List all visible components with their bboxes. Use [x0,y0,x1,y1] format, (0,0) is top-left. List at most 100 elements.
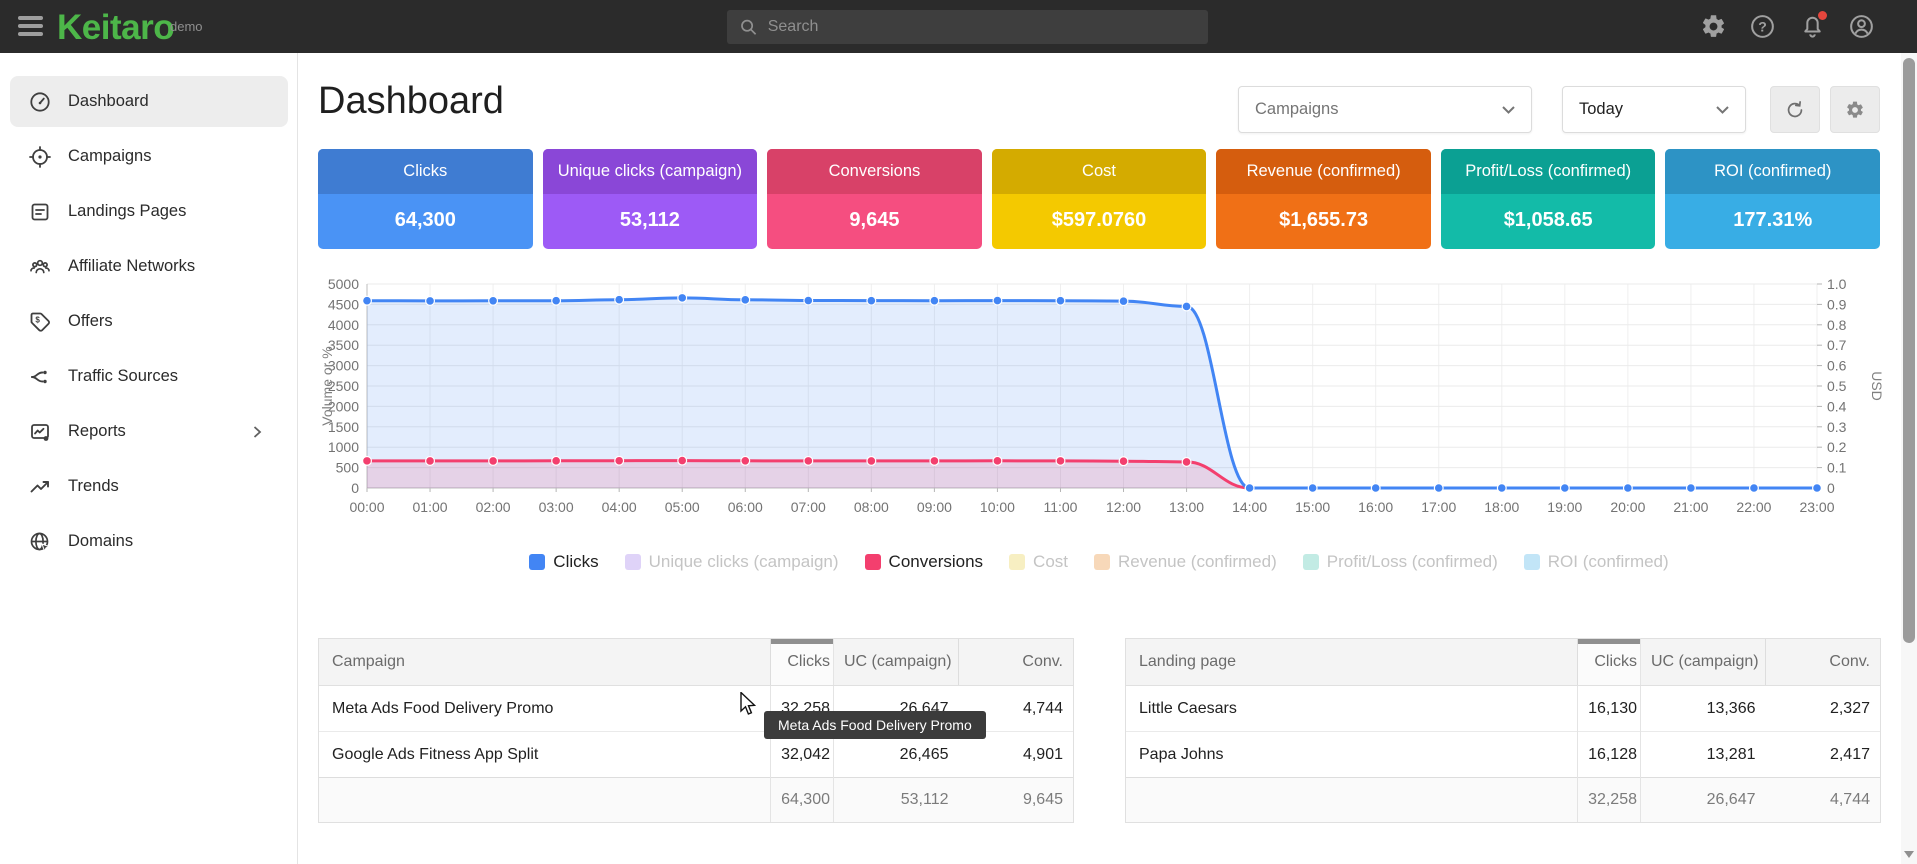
search-input[interactable] [768,18,1196,36]
svg-text:22:00: 22:00 [1736,499,1771,515]
row-value-cell: 2,327 [1766,686,1881,732]
row-tooltip: Meta Ads Food Delivery Promo [764,711,986,739]
sidebar: Dashboard Campaigns Landings Pages Affil… [0,53,298,864]
refresh-button[interactable] [1770,86,1820,133]
legend-label: Cost [1033,552,1068,572]
app-logo[interactable]: Keitaro [57,8,174,48]
chevron-down-icon [1502,106,1515,114]
table-row[interactable]: Papa Johns16,12813,2812,417 [1126,732,1881,778]
legend-swatch [625,554,641,570]
sidebar-item-label: Offers [68,312,113,331]
legend-item[interactable]: Unique clicks (campaign) [625,552,839,572]
svg-text:17:00: 17:00 [1421,499,1456,515]
legend-item[interactable]: Clicks [529,552,598,572]
column-header-clicks[interactable]: Clicks [1578,639,1641,686]
sidebar-item-domains[interactable]: Domains [0,514,298,569]
row-value-cell: 16,130 [1578,686,1641,732]
date-range-value: Today [1579,100,1623,119]
svg-text:?: ? [1758,19,1767,35]
svg-text:13:00: 13:00 [1169,499,1204,515]
scrollbar-down-arrow[interactable] [1904,851,1914,858]
row-value-cell: 13,281 [1641,732,1766,778]
sidebar-item-traffic-sources[interactable]: Traffic Sources [0,349,298,404]
legend-swatch [1524,554,1540,570]
svg-text:10:00: 10:00 [980,499,1015,515]
menu-icon[interactable] [18,16,43,37]
stat-card-clicks: Clicks64,300 [318,149,533,249]
row-name-cell[interactable]: Papa Johns [1126,732,1578,778]
scrollbar-thumb[interactable] [1903,58,1915,643]
legend-item[interactable]: ROI (confirmed) [1524,552,1669,572]
legend-item[interactable]: Profit/Loss (confirmed) [1303,552,1498,572]
totals-cell: 9,645 [959,778,1074,823]
column-header-landing-page[interactable]: Landing page [1126,639,1578,686]
column-header-conv[interactable]: Conv. [1766,639,1881,686]
dashboard-settings-button[interactable] [1830,86,1880,133]
date-range-select[interactable]: Today [1562,86,1746,133]
svg-text:07:00: 07:00 [791,499,826,515]
svg-text:16:00: 16:00 [1358,499,1393,515]
sidebar-item-reports[interactable]: Reports [0,404,298,459]
sidebar-item-offers[interactable]: $ Offers [0,294,298,349]
totals-cell: 64,300 [771,778,834,823]
sidebar-item-campaigns[interactable]: Campaigns [0,129,298,184]
svg-text:4000: 4000 [328,317,359,333]
notification-badge [1818,11,1827,20]
logo-demo-badge: demo [170,19,203,34]
affiliate-networks-icon [28,255,52,279]
stat-card-value: 64,300 [318,194,533,249]
legend-item[interactable]: Revenue (confirmed) [1094,552,1277,572]
totals-cell [1126,778,1578,823]
sidebar-item-label: Reports [68,422,126,441]
column-header-conv[interactable]: Conv. [959,639,1074,686]
stat-card-value: $597.0760 [992,194,1207,249]
sidebar-item-affiliate-networks[interactable]: Affiliate Networks [0,239,298,294]
traffic-sources-icon [28,365,52,389]
campaigns-filter-select[interactable]: Campaigns [1238,86,1532,133]
stat-card-label: Profit/Loss (confirmed) [1441,149,1656,194]
table-header-row: Landing pageClicksUC (campaign)Conv. [1126,639,1881,686]
svg-text:19:00: 19:00 [1547,499,1582,515]
legend-item[interactable]: Cost [1009,552,1068,572]
search-bar[interactable] [727,10,1208,44]
svg-text:06:00: 06:00 [728,499,763,515]
legend-label: Profit/Loss (confirmed) [1327,552,1498,572]
column-header-uc-campaign[interactable]: UC (campaign) [834,639,959,686]
legend-label: Unique clicks (campaign) [649,552,839,572]
sidebar-item-landings-pages[interactable]: Landings Pages [0,184,298,239]
sidebar-item-label: Affiliate Networks [68,257,195,276]
svg-text:04:00: 04:00 [602,499,637,515]
legend-swatch [1303,554,1319,570]
settings-icon[interactable] [1700,13,1727,40]
sidebar-item-trends[interactable]: Trends [0,459,298,514]
stat-card-label: Cost [992,149,1207,194]
table-header-row: CampaignClicksUC (campaign)Conv. [319,639,1074,686]
account-icon[interactable] [1848,13,1875,40]
dashboard-icon [28,90,52,114]
page-scrollbar [1901,53,1917,864]
sidebar-item-label: Trends [68,477,119,496]
svg-text:0.2: 0.2 [1827,439,1847,455]
svg-text:02:00: 02:00 [476,499,511,515]
row-value-cell: 16,128 [1578,732,1641,778]
campaigns-icon [28,145,52,169]
stat-card-label: Revenue (confirmed) [1216,149,1431,194]
row-name-cell[interactable]: Meta Ads Food Delivery Promo [319,686,771,732]
svg-text:500: 500 [336,460,360,476]
search-icon [739,17,758,37]
sidebar-item-dashboard[interactable]: Dashboard [0,74,298,129]
table-row[interactable]: Little Caesars16,13013,3662,327 [1126,686,1881,732]
stat-card-label: Unique clicks (campaign) [543,149,758,194]
row-name-cell[interactable]: Little Caesars [1126,686,1578,732]
svg-text:01:00: 01:00 [413,499,448,515]
column-header-campaign[interactable]: Campaign [319,639,771,686]
column-header-clicks[interactable]: Clicks [771,639,834,686]
svg-text:5000: 5000 [328,276,359,292]
row-name-cell[interactable]: Google Ads Fitness App Split [319,732,771,778]
help-icon[interactable]: ? [1749,13,1776,40]
notifications-icon[interactable] [1799,13,1826,40]
column-header-uc-campaign[interactable]: UC (campaign) [1641,639,1766,686]
legend-item[interactable]: Conversions [865,552,984,572]
svg-text:09:00: 09:00 [917,499,952,515]
svg-text:08:00: 08:00 [854,499,889,515]
